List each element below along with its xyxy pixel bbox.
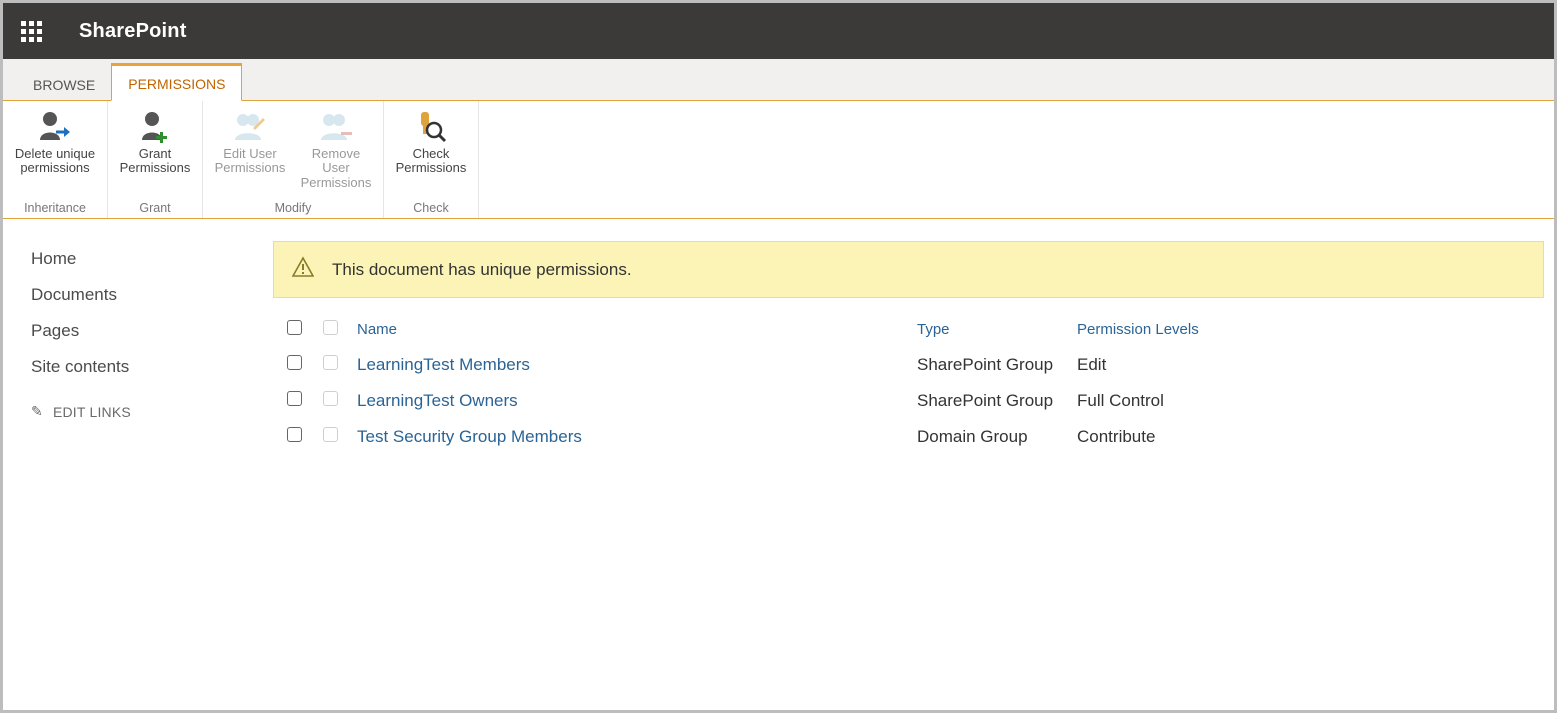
suite-brand: SharePoint [79, 20, 187, 43]
row-edit-checkbox[interactable] [323, 427, 338, 442]
principal-type: SharePoint Group [909, 347, 1069, 383]
table-row: LearningTest Members SharePoint Group Ed… [279, 347, 1525, 383]
tab-permissions[interactable]: PERMISSIONS [111, 63, 242, 101]
remove-user-permissions-icon [316, 109, 356, 145]
header-edit-checkbox [323, 320, 338, 335]
label-line: Grant [139, 146, 172, 161]
principal-type: Domain Group [909, 419, 1069, 455]
ribbon-group-inheritance: Delete unique permissions Inheritance [3, 101, 108, 218]
page-body: Home Documents Pages Site contents ✎ EDI… [3, 219, 1554, 710]
nav-home[interactable]: Home [31, 241, 263, 277]
check-permissions-icon [411, 109, 451, 145]
grant-permissions-button[interactable]: Grant Permissions [114, 107, 196, 176]
principal-link[interactable]: LearningTest Members [357, 355, 530, 374]
col-header-permission-levels[interactable]: Permission Levels [1069, 312, 1525, 347]
permission-level: Full Control [1069, 383, 1525, 419]
tab-browse[interactable]: BROWSE [17, 64, 111, 101]
row-checkbox[interactable] [287, 427, 302, 442]
pencil-icon: ✎ [31, 403, 43, 420]
ribbon-group-label: Grant [114, 199, 196, 216]
select-all-checkbox[interactable] [287, 320, 302, 335]
ribbon-group-label: Check [390, 199, 472, 216]
label-line: Permissions [215, 160, 286, 175]
nav-documents[interactable]: Documents [31, 277, 263, 313]
ribbon-tab-strip: BROWSE PERMISSIONS [3, 59, 1554, 101]
edit-user-permissions-icon [230, 109, 270, 145]
label-line: Remove User [312, 146, 360, 175]
delete-unique-permissions-icon [35, 109, 75, 145]
table-header-row: Name Type Permission Levels [279, 312, 1525, 347]
row-edit-checkbox[interactable] [323, 355, 338, 370]
ribbon-group-label: Modify [209, 199, 377, 216]
remove-user-permissions-button: Remove User Permissions [295, 107, 377, 190]
principal-type: SharePoint Group [909, 383, 1069, 419]
status-message: This document has unique permissions. [332, 260, 632, 280]
app-frame: SharePoint BROWSE PERMISSIONS [0, 0, 1557, 713]
nav-pages[interactable]: Pages [31, 313, 263, 349]
app-launcher-button[interactable] [11, 11, 51, 51]
col-header-type[interactable]: Type [909, 312, 1069, 347]
ribbon-group-label: Inheritance [9, 199, 101, 216]
principal-link[interactable]: Test Security Group Members [357, 427, 582, 446]
nav-site-contents[interactable]: Site contents [31, 349, 263, 385]
suite-bar: SharePoint [3, 3, 1554, 59]
permissions-table: Name Type Permission Levels LearningTest… [279, 312, 1525, 455]
label-line: Permissions [120, 160, 191, 175]
label-line: permissions [20, 160, 89, 175]
col-header-name[interactable]: Name [349, 312, 909, 347]
quick-launch-nav: Home Documents Pages Site contents ✎ EDI… [3, 219, 273, 710]
warning-icon [292, 256, 314, 283]
status-bar: This document has unique permissions. [273, 241, 1544, 298]
waffle-icon [21, 21, 42, 42]
main-content: This document has unique permissions. Na… [273, 219, 1554, 710]
grant-permissions-icon [135, 109, 175, 145]
edit-links-label: EDIT LINKS [53, 404, 131, 420]
ribbon-group-modify: Edit User Permissions Remove [203, 101, 384, 218]
check-permissions-button[interactable]: Check Permissions [390, 107, 472, 176]
table-row: LearningTest Owners SharePoint Group Ful… [279, 383, 1525, 419]
label-line: Delete unique [15, 146, 95, 161]
edit-user-permissions-button: Edit User Permissions [209, 107, 291, 176]
edit-links-button[interactable]: ✎ EDIT LINKS [31, 403, 263, 420]
label-line: Permissions [301, 175, 372, 190]
ribbon-group-grant: Grant Permissions Grant [108, 101, 203, 218]
label-line: Check [413, 146, 450, 161]
label-line: Edit User [223, 146, 276, 161]
permission-level: Edit [1069, 347, 1525, 383]
ribbon-group-check: Check Permissions Check [384, 101, 479, 218]
table-row: Test Security Group Members Domain Group… [279, 419, 1525, 455]
principal-link[interactable]: LearningTest Owners [357, 391, 518, 410]
permission-level: Contribute [1069, 419, 1525, 455]
ribbon: Delete unique permissions Inheritance [3, 101, 1554, 219]
row-checkbox[interactable] [287, 391, 302, 406]
label-line: Permissions [396, 160, 467, 175]
delete-unique-permissions-button[interactable]: Delete unique permissions [9, 107, 101, 176]
row-checkbox[interactable] [287, 355, 302, 370]
row-edit-checkbox[interactable] [323, 391, 338, 406]
